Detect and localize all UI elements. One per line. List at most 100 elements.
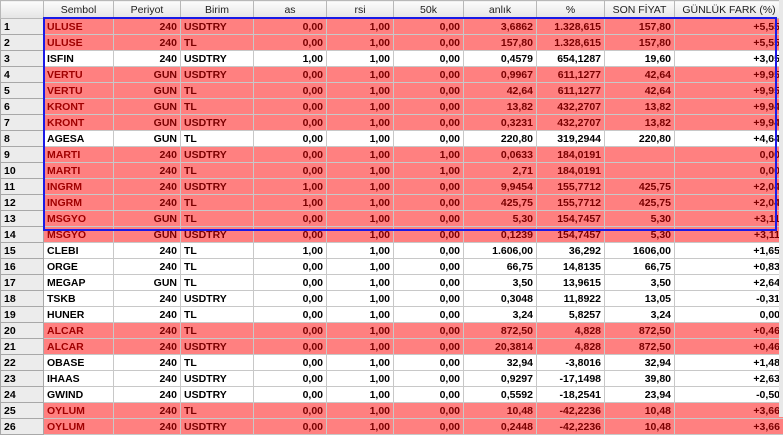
cell-pct[interactable]: 155,7712 bbox=[537, 195, 605, 211]
cell-son[interactable]: 39,80 bbox=[605, 371, 675, 387]
cell-rsi[interactable]: 1,00 bbox=[327, 195, 394, 211]
cell-pct[interactable]: 36,292 bbox=[537, 243, 605, 259]
cell-son[interactable] bbox=[605, 163, 675, 179]
cell-periyot[interactable]: 240 bbox=[114, 387, 181, 403]
cell-pct[interactable]: 4,828 bbox=[537, 323, 605, 339]
cell-birim[interactable]: USDTRY bbox=[181, 115, 254, 131]
cell-sembol[interactable]: MARTI bbox=[44, 163, 114, 179]
cell-50k[interactable]: 0,00 bbox=[394, 67, 464, 83]
cell-fark[interactable]: +2,64 bbox=[675, 275, 783, 291]
cell-son[interactable]: 425,75 bbox=[605, 179, 675, 195]
cell-pct[interactable]: 432,2707 bbox=[537, 99, 605, 115]
cell-fark[interactable]: 0,00 bbox=[675, 307, 783, 323]
cell-50k[interactable]: 0,00 bbox=[394, 339, 464, 355]
cell-son[interactable]: 32,94 bbox=[605, 355, 675, 371]
row-number-cell[interactable]: 8 bbox=[1, 131, 44, 147]
cell-son[interactable]: 42,64 bbox=[605, 83, 675, 99]
cell-50k[interactable]: 0,00 bbox=[394, 307, 464, 323]
cell-fark[interactable]: -0,31 bbox=[675, 291, 783, 307]
cell-periyot[interactable]: 240 bbox=[114, 163, 181, 179]
table-row[interactable]: 16ORGE240TL0,001,000,0066,7514,813566,75… bbox=[1, 259, 783, 275]
cell-birim[interactable]: USDTRY bbox=[181, 67, 254, 83]
cell-rsi[interactable]: 1,00 bbox=[327, 419, 394, 435]
cell-rsi[interactable]: 1,00 bbox=[327, 211, 394, 227]
table-row[interactable]: 2ULUSE240TL0,001,000,00157,801.328,61515… bbox=[1, 35, 783, 51]
cell-periyot[interactable]: 240 bbox=[114, 371, 181, 387]
cell-son[interactable]: 5,30 bbox=[605, 211, 675, 227]
cell-fark[interactable]: +2,04 bbox=[675, 195, 783, 211]
cell-as[interactable]: 1,00 bbox=[254, 243, 327, 259]
cell-as[interactable]: 0,00 bbox=[254, 307, 327, 323]
cell-sembol[interactable]: IHAAS bbox=[44, 371, 114, 387]
cell-birim[interactable]: TL bbox=[181, 259, 254, 275]
cell-periyot[interactable]: 240 bbox=[114, 147, 181, 163]
cell-anlik[interactable]: 3,50 bbox=[464, 275, 537, 291]
table-row[interactable]: 21ALCAR240USDTRY0,001,000,0020,38144,828… bbox=[1, 339, 783, 355]
cell-pct[interactable]: 611,1277 bbox=[537, 67, 605, 83]
row-number-cell[interactable]: 3 bbox=[1, 51, 44, 67]
cell-birim[interactable]: TL bbox=[181, 211, 254, 227]
cell-periyot[interactable]: 240 bbox=[114, 51, 181, 67]
cell-as[interactable]: 0,00 bbox=[254, 99, 327, 115]
cell-birim[interactable]: TL bbox=[181, 35, 254, 51]
cell-50k[interactable]: 0,00 bbox=[394, 195, 464, 211]
cell-as[interactable]: 0,00 bbox=[254, 291, 327, 307]
cell-as[interactable]: 0,00 bbox=[254, 163, 327, 179]
column-header-as[interactable]: as bbox=[254, 1, 327, 19]
cell-as[interactable]: 0,00 bbox=[254, 67, 327, 83]
cell-fark[interactable]: +9,95 bbox=[675, 67, 783, 83]
cell-sembol[interactable]: OYLUM bbox=[44, 403, 114, 419]
row-number-cell[interactable]: 13 bbox=[1, 211, 44, 227]
cell-son[interactable]: 872,50 bbox=[605, 323, 675, 339]
cell-periyot[interactable]: 240 bbox=[114, 419, 181, 435]
cell-50k[interactable]: 0,00 bbox=[394, 243, 464, 259]
cell-son[interactable]: 42,64 bbox=[605, 67, 675, 83]
cell-fark[interactable]: +9,95 bbox=[675, 83, 783, 99]
cell-birim[interactable]: USDTRY bbox=[181, 51, 254, 67]
cell-anlik[interactable]: 5,30 bbox=[464, 211, 537, 227]
cell-anlik[interactable]: 220,80 bbox=[464, 131, 537, 147]
cell-birim[interactable]: USDTRY bbox=[181, 419, 254, 435]
cell-fark[interactable]: +3,66 bbox=[675, 403, 783, 419]
cell-sembol[interactable]: ULUSE bbox=[44, 35, 114, 51]
table-row[interactable]: 18TSKB240USDTRY0,001,000,000,304811,8922… bbox=[1, 291, 783, 307]
row-number-cell[interactable]: 1 bbox=[1, 19, 44, 35]
cell-rsi[interactable]: 1,00 bbox=[327, 259, 394, 275]
cell-sembol[interactable]: HUNER bbox=[44, 307, 114, 323]
row-number-cell[interactable]: 7 bbox=[1, 115, 44, 131]
row-number-cell[interactable]: 4 bbox=[1, 67, 44, 83]
cell-birim[interactable]: TL bbox=[181, 195, 254, 211]
row-number-cell[interactable]: 22 bbox=[1, 355, 44, 371]
cell-rsi[interactable]: 1,00 bbox=[327, 179, 394, 195]
cell-fark[interactable]: +0,46 bbox=[675, 323, 783, 339]
cell-50k[interactable]: 0,00 bbox=[394, 83, 464, 99]
cell-periyot[interactable]: GUN bbox=[114, 67, 181, 83]
cell-as[interactable]: 1,00 bbox=[254, 51, 327, 67]
cell-son[interactable]: 3,24 bbox=[605, 307, 675, 323]
cell-birim[interactable]: TL bbox=[181, 307, 254, 323]
cell-rsi[interactable]: 1,00 bbox=[327, 35, 394, 51]
cell-as[interactable]: 0,00 bbox=[254, 275, 327, 291]
cell-birim[interactable]: TL bbox=[181, 323, 254, 339]
cell-rsi[interactable]: 1,00 bbox=[327, 403, 394, 419]
table-row[interactable]: 1ULUSE240USDTRY0,001,000,003,68621.328,6… bbox=[1, 19, 783, 35]
cell-sembol[interactable]: INGRM bbox=[44, 195, 114, 211]
cell-periyot[interactable]: 240 bbox=[114, 259, 181, 275]
row-number-cell[interactable]: 10 bbox=[1, 163, 44, 179]
cell-pct[interactable]: 13,9615 bbox=[537, 275, 605, 291]
cell-sembol[interactable]: CLEBI bbox=[44, 243, 114, 259]
column-header-fark[interactable]: GÜNLÜK FARK (%) bbox=[675, 1, 783, 19]
cell-birim[interactable]: TL bbox=[181, 99, 254, 115]
cell-pct[interactable]: 5,8257 bbox=[537, 307, 605, 323]
table-row[interactable]: 23IHAAS240USDTRY0,001,000,000,9297-17,14… bbox=[1, 371, 783, 387]
cell-50k[interactable]: 0,00 bbox=[394, 259, 464, 275]
cell-fark[interactable]: +1,48 bbox=[675, 355, 783, 371]
cell-as[interactable]: 0,00 bbox=[254, 83, 327, 99]
cell-rsi[interactable]: 1,00 bbox=[327, 307, 394, 323]
cell-anlik[interactable]: 10,48 bbox=[464, 403, 537, 419]
cell-anlik[interactable]: 20,3814 bbox=[464, 339, 537, 355]
cell-periyot[interactable]: 240 bbox=[114, 195, 181, 211]
cell-fark[interactable]: 0,00 bbox=[675, 163, 783, 179]
cell-fark[interactable]: -0,50 bbox=[675, 387, 783, 403]
cell-periyot[interactable]: 240 bbox=[114, 339, 181, 355]
